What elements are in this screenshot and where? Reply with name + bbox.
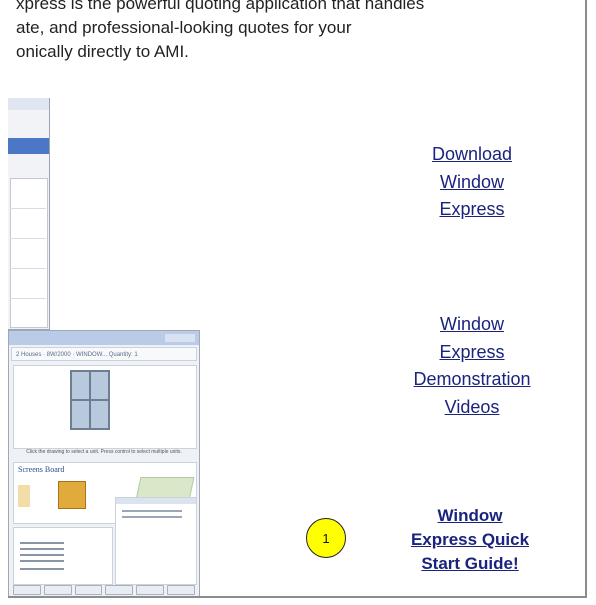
annotation-badge: 1: [306, 518, 346, 558]
link-line: Express: [439, 199, 505, 219]
link-line: Demonstration: [413, 369, 531, 389]
screenshot-menubar: [8, 98, 49, 110]
quick-start-guide-link[interactable]: Window Express Quick Start Guide!: [385, 504, 555, 576]
intro-line: xpress is the powerful quoting applicati…: [16, 0, 425, 13]
intro-paragraph: xpress is the powerful quoting applicati…: [16, 0, 576, 64]
link-line: Express: [439, 341, 505, 362]
intro-line: onically directly to AMI.: [16, 42, 189, 61]
window-grid-icon: [70, 370, 110, 430]
app-screenshot-top: [8, 98, 50, 330]
screenshot-ribbon: [8, 138, 49, 154]
box-icon: [58, 481, 86, 509]
link-line: Window: [439, 314, 505, 334]
preview-caption: Click the drawing to select a unit. Pres…: [26, 449, 182, 455]
screenshot-button-row: [13, 585, 195, 595]
intro-line: ate, and professional-looking quotes for…: [16, 18, 352, 37]
window-controls-icon: [165, 334, 195, 342]
link-line: Window: [439, 171, 505, 192]
screenshot-row: [10, 238, 46, 239]
link-line: Window: [437, 506, 503, 525]
screenshot-info-bar: 2 Houses · 8W/2000 · WINDOW... Quantity:…: [11, 347, 197, 361]
link-line: Express Quick: [410, 530, 530, 549]
summary-panel: [13, 527, 113, 585]
screenshot-pane: [10, 178, 48, 328]
screenshot-row: [10, 268, 46, 269]
link-line: Videos: [444, 396, 500, 417]
window-preview: [13, 365, 197, 449]
link-line: Download: [431, 144, 513, 164]
app-screenshot-bottom: 2 Houses · 8W/2000 · WINDOW... Quantity:…: [8, 330, 200, 596]
link-line: Start Guide!: [421, 554, 519, 573]
section-title: Screens Board: [18, 465, 65, 474]
messages-panel: [115, 497, 197, 585]
screenshot-row: [10, 208, 46, 209]
download-window-express-link[interactable]: Download Window Express: [412, 141, 532, 224]
demonstration-videos-link[interactable]: Window Express Demonstration Videos: [400, 311, 544, 421]
panel-icon: [18, 485, 30, 507]
screenshot-row: [10, 298, 46, 299]
